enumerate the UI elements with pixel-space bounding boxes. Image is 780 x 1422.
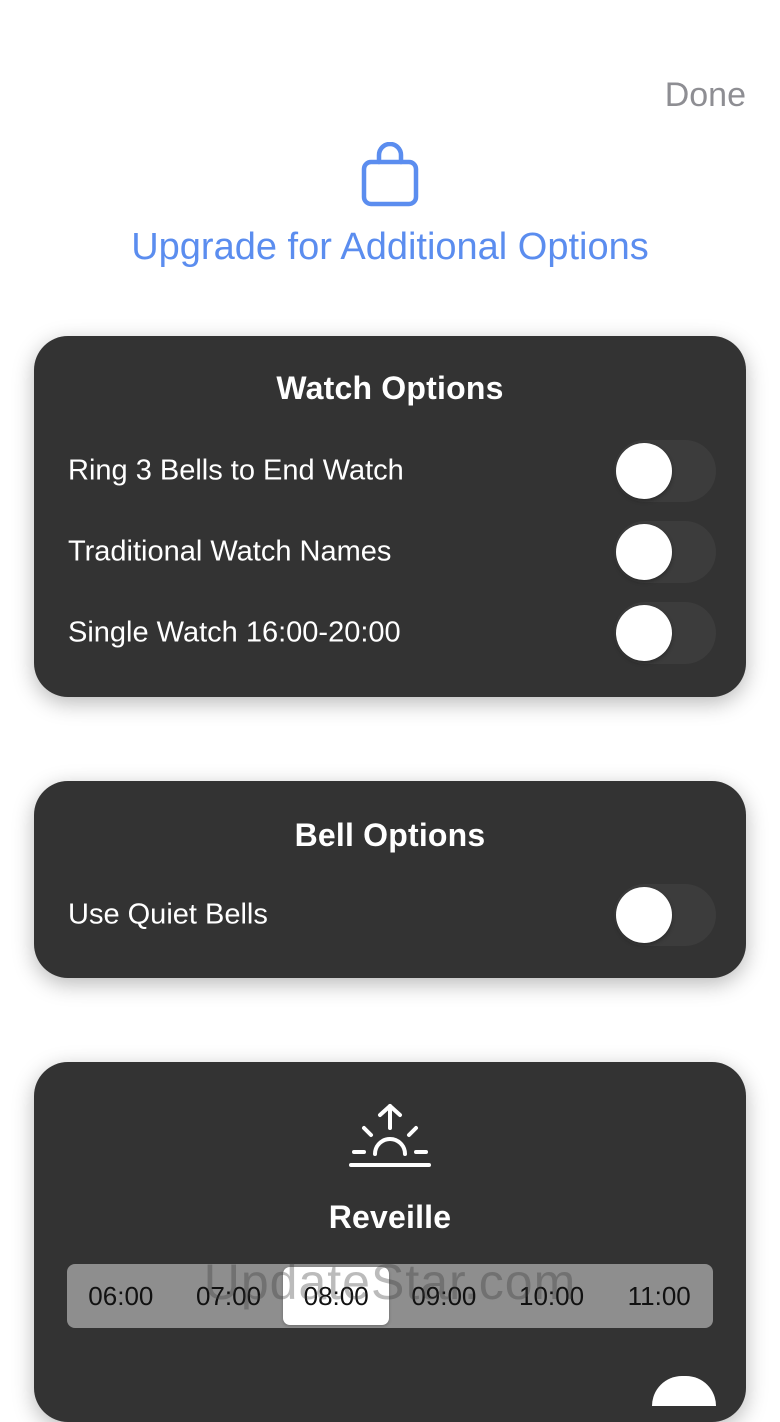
upgrade-title[interactable]: Upgrade for Additional Options [0, 226, 780, 269]
reveille-time-selector: 06:00 07:00 08:00 09:00 10:00 11:00 [67, 1264, 713, 1328]
toggle-knob [616, 443, 672, 499]
time-option-selected[interactable]: 08:00 [283, 1267, 390, 1325]
sunrise-icon [349, 1104, 431, 1167]
shopping-bag-icon[interactable] [361, 142, 419, 208]
time-option[interactable]: 07:00 [176, 1267, 282, 1325]
single-watch-row: Single Watch 16:00-20:00 [34, 600, 746, 666]
bell-options-title: Bell Options [294, 817, 486, 853]
toggle-knob [616, 524, 672, 580]
watch-options-card: Watch Options Ring 3 Bells to End Watch … [34, 336, 746, 697]
time-option[interactable]: 10:00 [499, 1267, 605, 1325]
time-option[interactable]: 09:00 [391, 1267, 497, 1325]
traditional-watch-names-label: Traditional Watch Names [68, 535, 392, 568]
single-watch-label: Single Watch 16:00-20:00 [68, 616, 401, 649]
toggle-knob [616, 605, 672, 661]
toggle-knob [616, 887, 672, 943]
time-option[interactable]: 11:00 [606, 1267, 712, 1325]
single-watch-toggle[interactable] [614, 602, 716, 664]
quiet-bells-toggle[interactable] [614, 884, 716, 946]
ring-3-bells-toggle[interactable] [614, 440, 716, 502]
quiet-bells-label: Use Quiet Bells [68, 898, 268, 931]
ring-3-bells-row: Ring 3 Bells to End Watch [34, 438, 746, 504]
reveille-title: Reveille [328, 1199, 452, 1235]
traditional-watch-names-row: Traditional Watch Names [34, 519, 746, 585]
bell-options-card: Bell Options Use Quiet Bells [34, 781, 746, 978]
reveille-card: Reveille 06:00 07:00 08:00 09:00 10:00 1… [34, 1062, 746, 1422]
done-button[interactable]: Done [665, 76, 746, 115]
traditional-watch-names-toggle[interactable] [614, 521, 716, 583]
watch-options-title: Watch Options [276, 370, 504, 406]
ring-3-bells-label: Ring 3 Bells to End Watch [68, 454, 404, 487]
quiet-bells-row: Use Quiet Bells [34, 882, 746, 948]
time-option[interactable]: 06:00 [68, 1267, 174, 1325]
